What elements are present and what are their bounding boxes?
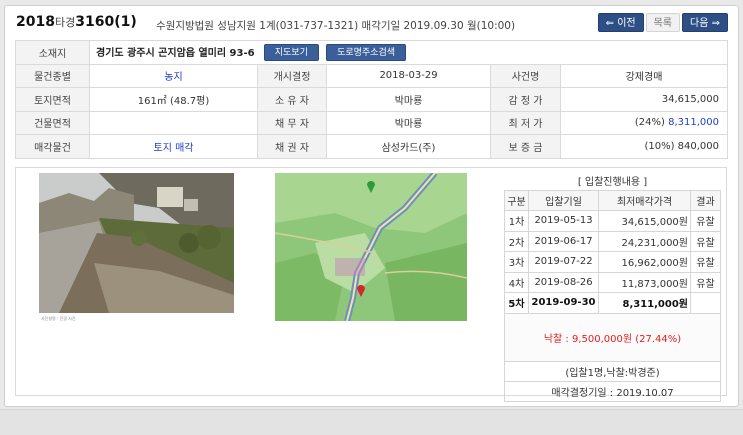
bid-min-price: 34,615,000원 bbox=[598, 210, 691, 232]
property-type-link[interactable]: 농지 bbox=[89, 63, 258, 88]
bid-date: 2019-07-22 bbox=[528, 251, 599, 273]
court-info: 수원지방법원 성남지원 1계(031-737-1321) 매각기일 2019.0… bbox=[156, 20, 516, 32]
info-value: 강제경매 bbox=[559, 63, 729, 88]
arrow-right-icon: ⇒ bbox=[711, 18, 720, 29]
info-value: 161㎡ (48.7평) bbox=[89, 87, 258, 112]
info-value: 2018-03-29 bbox=[326, 63, 491, 88]
next-button[interactable]: 다음 ⇒ bbox=[682, 13, 728, 32]
info-label: 토지면적 bbox=[15, 87, 90, 112]
info-label: 소 유 자 bbox=[257, 87, 327, 112]
media-and-bids-panel: 사진설명 : 전경 사진 [ 입찰진행내용 ] 구분 입찰기일 최저매각가격 결… bbox=[15, 167, 727, 402]
bid-row: 1차 2019-05-13 34,615,000원 유찰 bbox=[504, 210, 721, 232]
bidder-info: (입찰1명,낙찰:박경준) bbox=[504, 360, 721, 382]
bid-min-price: 24,231,000원 bbox=[598, 230, 691, 252]
photo-caption: 사진설명 : 전경 사진 bbox=[41, 315, 76, 321]
info-row: 건물면적 채 무 자 박마룡 최 저 가 (24%) 8,311,000 bbox=[15, 110, 729, 135]
bid-round: 3차 bbox=[504, 251, 529, 273]
bid-date: 2019-05-13 bbox=[528, 210, 599, 232]
bid-history-title: [ 입찰진행내용 ] bbox=[577, 177, 648, 189]
info-label: 건물면적 bbox=[15, 110, 90, 135]
info-label: 개시결정 bbox=[257, 63, 327, 88]
info-value: 박마룡 bbox=[326, 87, 491, 112]
property-photo-image: 사진설명 : 전경 사진 bbox=[39, 173, 234, 321]
case-number: 2018타경3160(1) bbox=[16, 14, 137, 30]
info-label: 물건종별 bbox=[15, 63, 90, 88]
location-row: 소재지 경기도 광주시 곤지암읍 열미리 93-6 지도보기 도로명주소검색 bbox=[15, 40, 729, 65]
info-row: 토지면적 161㎡ (48.7평) 소 유 자 박마룡 감 정 가 34,615… bbox=[15, 87, 729, 112]
bid-min-price: 11,873,000원 bbox=[598, 271, 691, 293]
info-value: 박마룡 bbox=[326, 110, 491, 135]
info-row: 물건종별 농지 개시결정 2018-03-29 사건명 강제경매 bbox=[15, 63, 729, 88]
map-view-button[interactable]: 지도보기 bbox=[263, 44, 319, 61]
list-button[interactable]: 목록 bbox=[645, 13, 681, 32]
property-map[interactable] bbox=[275, 173, 467, 321]
address-text: 경기도 광주시 곤지암읍 열미리 93-6 bbox=[96, 47, 255, 59]
bid-round: 4차 bbox=[504, 271, 529, 293]
case-header: 2018타경3160(1) 수원지방법원 성남지원 1계(031-737-132… bbox=[16, 10, 728, 34]
bid-round: 2차 bbox=[504, 230, 529, 252]
bid-min-price: 16,962,000원 bbox=[598, 251, 691, 273]
sale-item-link[interactable]: 토지 매각 bbox=[89, 134, 258, 159]
bid-date: 2019-06-17 bbox=[528, 230, 599, 252]
column-header: 최저매각가격 bbox=[598, 189, 691, 211]
bid-row: 4차 2019-08-26 11,873,000원 유찰 bbox=[504, 271, 721, 293]
info-row: 매각물건 토지 매각 채 권 자 삼성카드(주) 보 증 금 (10%) 840… bbox=[15, 134, 729, 159]
prev-button[interactable]: ⇐ 이전 bbox=[597, 13, 644, 32]
bid-result bbox=[690, 292, 721, 314]
info-label: 감 정 가 bbox=[490, 87, 561, 112]
decision-date: 매각결정기일 : 2019.10.07 bbox=[504, 380, 721, 402]
bid-history-table: [ 입찰진행내용 ] 구분 입찰기일 최저매각가격 결과 1차 2019-05-… bbox=[504, 172, 721, 402]
nav-buttons: ⇐ 이전 목록 다음 ⇒ bbox=[597, 13, 728, 32]
min-price-value: (24%) 8,311,000 bbox=[559, 110, 729, 135]
info-label: 보 증 금 bbox=[490, 134, 561, 159]
bid-row: 3차 2019-07-22 16,962,000원 유찰 bbox=[504, 251, 721, 273]
bid-date: 2019-08-26 bbox=[528, 271, 599, 293]
arrow-left-icon: ⇐ bbox=[605, 18, 615, 29]
info-label: 매각물건 bbox=[15, 134, 90, 159]
bid-date: 2019-09-30 bbox=[528, 292, 599, 314]
property-map-image bbox=[275, 173, 467, 321]
bid-history-header: 구분 입찰기일 최저매각가격 결과 bbox=[504, 189, 721, 211]
column-header: 구분 bbox=[504, 189, 529, 211]
property-photo[interactable]: 사진설명 : 전경 사진 bbox=[39, 173, 234, 321]
bid-round: 5차 bbox=[504, 292, 529, 314]
page-footer-strip bbox=[0, 409, 743, 435]
column-header: 입찰기일 bbox=[528, 189, 599, 211]
bid-result: 유찰 bbox=[690, 210, 721, 232]
info-value: 삼성카드(주) bbox=[326, 134, 491, 159]
road-address-button[interactable]: 도로명주소검색 bbox=[326, 44, 407, 61]
deposit-value: (10%) 840,000 bbox=[559, 134, 729, 159]
info-label: 채 권 자 bbox=[257, 134, 327, 159]
bid-row-current: 5차 2019-09-30 8,311,000원 bbox=[504, 292, 721, 314]
bid-result: 유찰 bbox=[690, 251, 721, 273]
bid-row: 2차 2019-06-17 24,231,000원 유찰 bbox=[504, 230, 721, 252]
info-label: 사건명 bbox=[490, 63, 561, 88]
appraisal-value: 34,615,000 bbox=[559, 87, 729, 112]
winning-bid: 낙찰 : 9,500,000원 (27.44%) bbox=[504, 312, 721, 362]
bid-result: 유찰 bbox=[690, 271, 721, 293]
location-cell: 경기도 광주시 곤지암읍 열미리 93-6 지도보기 도로명주소검색 bbox=[88, 40, 729, 65]
info-label: 최 저 가 bbox=[490, 110, 561, 135]
property-info-table: 소재지 경기도 광주시 곤지암읍 열미리 93-6 지도보기 도로명주소검색 물… bbox=[15, 40, 729, 159]
info-label: 채 무 자 bbox=[257, 110, 327, 135]
bid-round: 1차 bbox=[504, 210, 529, 232]
column-header: 결과 bbox=[690, 189, 721, 211]
bid-result: 유찰 bbox=[690, 230, 721, 252]
bid-min-price: 8,311,000원 bbox=[598, 292, 691, 314]
location-label: 소재지 bbox=[15, 40, 90, 65]
info-value bbox=[89, 110, 258, 135]
